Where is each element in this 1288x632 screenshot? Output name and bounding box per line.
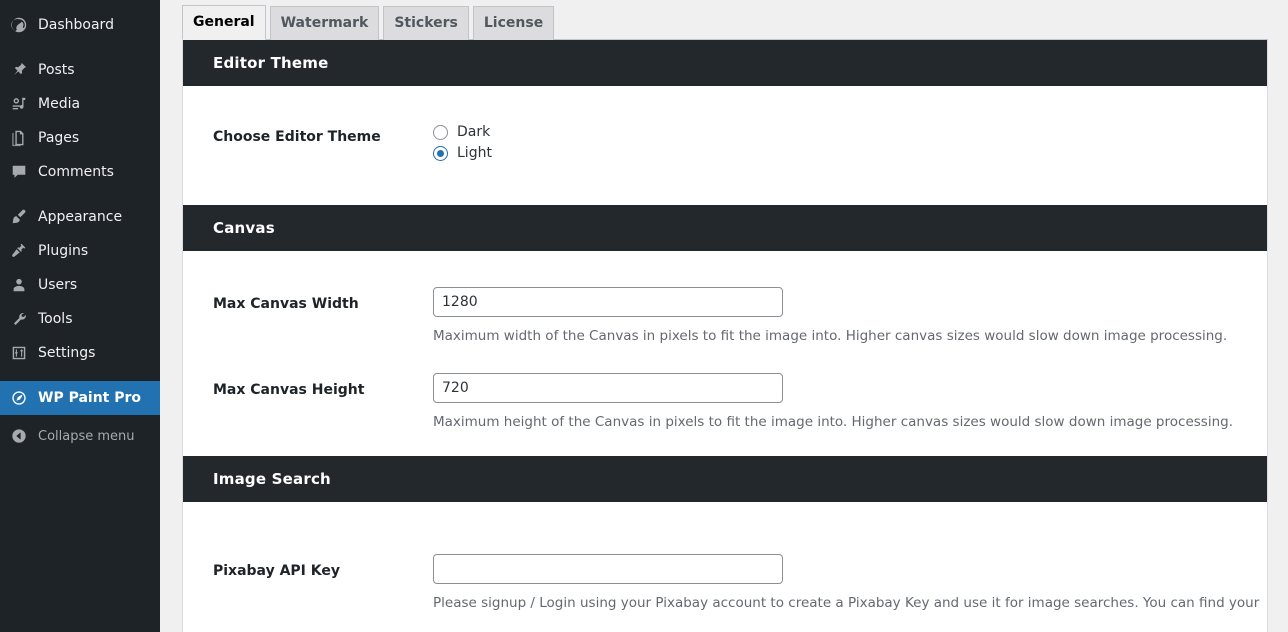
plug-icon [9, 241, 29, 261]
choose-editor-theme-label: Choose Editor Theme [213, 129, 381, 145]
sidebar-item-plugins[interactable]: Plugins [0, 234, 160, 268]
editor-theme-section: Editor Theme Choose Editor Theme Dark Li… [182, 40, 1268, 205]
radio-dark-icon[interactable] [433, 124, 448, 140]
sidebar-item-label: Comments [38, 164, 114, 180]
settings-tab-bar: General Watermark Stickers License [182, 5, 1268, 40]
choose-editor-theme-row: Choose Editor Theme Dark Light [183, 120, 1267, 163]
sidebar-item-label: Posts [38, 62, 75, 78]
tab-general[interactable]: General [182, 5, 266, 40]
max-canvas-width-description: Maximum width of the Canvas in pixels to… [433, 328, 1228, 344]
sidebar-item-label: Tools [38, 311, 73, 327]
comments-icon [9, 162, 29, 182]
max-canvas-width-label: Max Canvas Width [213, 296, 359, 312]
section-title-editor-theme: Editor Theme [183, 40, 1267, 86]
tab-label: Stickers [394, 15, 458, 31]
max-canvas-height-row: Max Canvas Height Maximum height of the … [183, 372, 1267, 433]
paint-icon [9, 388, 29, 408]
tab-label: Watermark [280, 15, 369, 31]
max-canvas-height-description: Maximum height of the Canvas in pixels t… [433, 413, 1233, 430]
main-content: General Watermark Stickers License Edito… [160, 0, 1288, 632]
pixabay-api-key-input[interactable] [433, 554, 783, 585]
max-canvas-height-field: Maximum height of the Canvas in pixels t… [433, 372, 1267, 433]
tab-label: License [483, 15, 544, 31]
image-search-body: Pixabay API Key Please signup / Login us… [183, 502, 1267, 632]
radio-light-icon[interactable] [433, 145, 448, 161]
active-menu-arrow-icon [160, 390, 168, 406]
sidebar-item-settings[interactable]: Settings [0, 336, 160, 370]
sidebar-item-tools[interactable]: Tools [0, 302, 160, 336]
editor-theme-radio-group: Dark Light [433, 120, 1267, 163]
tab-watermark[interactable]: Watermark [269, 6, 380, 40]
sidebar-item-comments[interactable]: Comments [0, 155, 160, 189]
section-title-image-search: Image Search [183, 456, 1267, 503]
wrench-icon [9, 309, 29, 329]
collapse-menu-button[interactable]: Collapse menu [0, 419, 160, 453]
sidebar-divider [0, 42, 160, 53]
max-canvas-width-input[interactable] [433, 287, 783, 317]
sidebar-item-media[interactable]: Media [0, 87, 160, 121]
pin-icon [9, 60, 29, 80]
sidebar-item-label: Media [38, 96, 81, 112]
sidebar-divider [0, 370, 160, 381]
sidebar-item-label: Plugins [38, 243, 89, 259]
max-canvas-width-row: Max Canvas Width Maximum width of the Ca… [183, 287, 1267, 347]
radio-dark-label: Dark [457, 124, 491, 140]
pixabay-api-key-field: Please signup / Login using your Pixabay… [433, 554, 1267, 614]
tab-stickers[interactable]: Stickers [383, 6, 469, 40]
sidebar-divider [0, 189, 160, 200]
pixabay-api-key-row: Pixabay API Key Please signup / Login us… [183, 554, 1267, 614]
collapse-arrow-icon [9, 426, 29, 446]
sidebar-item-label: Users [38, 277, 78, 293]
radio-light-label: Light [457, 145, 492, 161]
max-canvas-width-field: Maximum width of the Canvas in pixels to… [433, 287, 1267, 347]
user-icon [9, 275, 29, 295]
sidebar-item-label: Appearance [38, 209, 123, 225]
sidebar-item-label: Settings [38, 345, 96, 361]
sidebar-item-users[interactable]: Users [0, 268, 160, 302]
media-icon [9, 94, 29, 114]
admin-sidebar: Dashboard Posts Media Pages Comments App… [0, 0, 168, 632]
radio-option-light[interactable]: Light [433, 143, 1267, 163]
pixabay-api-key-label: Pixabay API Key [213, 563, 340, 580]
section-title-canvas: Canvas [183, 205, 1267, 251]
image-search-section: Image Search Pixabay API Key Please sign… [182, 456, 1268, 632]
sidebar-item-pages[interactable]: Pages [0, 121, 160, 155]
canvas-section: Canvas Max Canvas Width Maximum width of… [182, 205, 1268, 457]
pixabay-api-key-description: Please signup / Login using your Pixabay… [433, 595, 1260, 612]
pages-icon [9, 128, 29, 148]
sidebar-item-posts[interactable]: Posts [0, 53, 160, 87]
tab-license[interactable]: License [472, 6, 555, 40]
radio-option-dark[interactable]: Dark [433, 122, 1267, 142]
sidebar-item-label: Dashboard [38, 17, 114, 33]
sidebar-item-label: WP Paint Pro [38, 390, 142, 406]
tab-label: General [193, 14, 255, 30]
collapse-menu-label: Collapse menu [38, 428, 135, 444]
sidebar-item-wp-paint-pro[interactable]: WP Paint Pro [0, 381, 168, 415]
editor-theme-field: Dark Light [433, 120, 1267, 163]
max-canvas-height-input[interactable] [433, 372, 783, 403]
brush-icon [9, 207, 29, 227]
max-canvas-height-label: Max Canvas Height [213, 381, 365, 398]
sidebar-item-label: Pages [38, 130, 80, 146]
canvas-body: Max Canvas Width Maximum width of the Ca… [183, 251, 1267, 457]
dashboard-icon [9, 15, 29, 35]
settings-sliders-icon [9, 343, 29, 363]
sidebar-item-dashboard[interactable]: Dashboard [0, 8, 160, 42]
editor-theme-body: Choose Editor Theme Dark Light [183, 86, 1267, 205]
sidebar-item-appearance[interactable]: Appearance [0, 200, 160, 234]
